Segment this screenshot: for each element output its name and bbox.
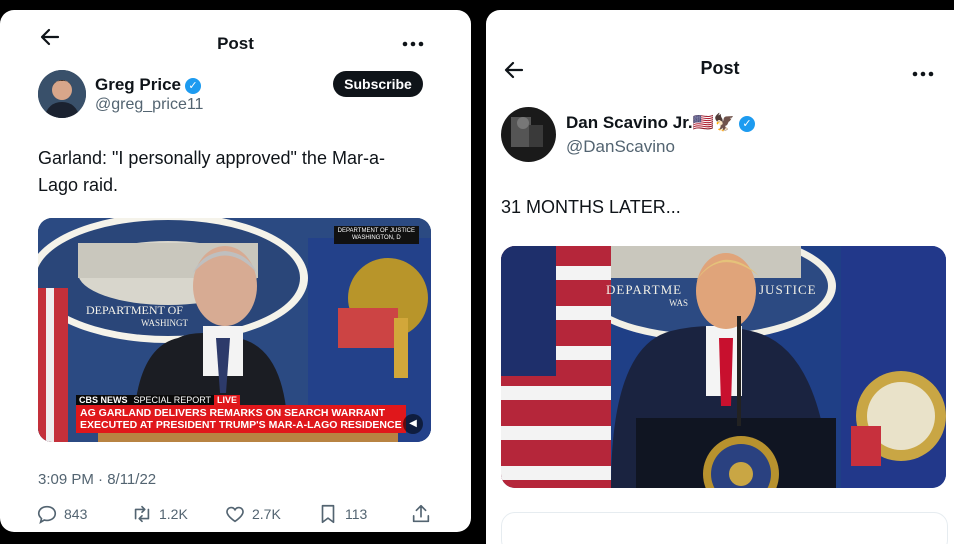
bookmark-count: 113 <box>345 506 368 522</box>
like-button[interactable]: 2.7K <box>224 503 281 525</box>
post-text: 31 MONTHS LATER... <box>501 197 681 217</box>
post-media-image[interactable]: DEPARTME JUSTICE WAS <box>501 246 946 488</box>
photo-image <box>501 246 946 488</box>
right-post-panel: Post Dan Scavino Jr.🇺🇸🦅 ✓ @DanScavino 31 … <box>486 10 954 544</box>
seal-subtext: WAS <box>669 298 689 308</box>
more-options-icon[interactable] <box>912 66 934 78</box>
post-actions-bar: 843 1.2K 2.7K 113 <box>36 503 436 525</box>
author-name-text[interactable]: Dan Scavino Jr.🇺🇸🦅 <box>566 113 735 132</box>
more-options-icon[interactable] <box>402 36 424 48</box>
network-label: CBS NEWS <box>76 394 131 405</box>
bookmark-button[interactable]: 113 <box>317 503 367 525</box>
next-card-edge <box>501 512 948 544</box>
repost-button[interactable]: 1.2K <box>131 503 188 525</box>
headline-line2: EXECUTED AT PRESIDENT TRUMP'S MAR-A-LAGO… <box>80 419 402 431</box>
right-post-header: Post <box>486 52 954 92</box>
reply-icon <box>37 505 57 524</box>
author-name[interactable]: Dan Scavino Jr.🇺🇸🦅 ✓ <box>566 113 755 133</box>
live-badge: LIVE <box>214 394 241 405</box>
post-media-video[interactable]: DEPARTMENT OF JUSTICE WASHINGTON, D DEPA… <box>38 218 431 442</box>
headline-line1: AG GARLAND DELIVERS REMARKS ON SEARCH WA… <box>80 407 386 419</box>
avatar[interactable] <box>38 70 86 118</box>
verified-badge-icon: ✓ <box>738 115 755 132</box>
heart-icon <box>226 506 244 523</box>
author-handle[interactable]: @DanScavino <box>566 137 675 157</box>
special-report-label: SPECIAL REPORT <box>130 394 215 405</box>
avatar[interactable] <box>501 107 556 162</box>
seal-subtext: WASHINGT <box>141 318 188 328</box>
seal-text-left: DEPARTME <box>606 282 683 297</box>
corner-tag: DEPARTMENT OF JUSTICE WASHINGTON, D <box>333 226 419 244</box>
author-handle[interactable]: @greg_price11 <box>95 96 203 114</box>
left-post-header: Post <box>0 18 471 58</box>
reply-count: 843 <box>64 506 88 522</box>
post-timestamp[interactable]: 3:09 PM · 8/11/22 <box>38 471 156 488</box>
repost-count: 1.2K <box>159 506 188 522</box>
author-name-text[interactable]: Greg Price <box>95 75 181 94</box>
news-lower-third: CBS NEWS SPECIAL REPORT LIVE AG GARLAND … <box>76 394 406 433</box>
bookmark-icon <box>321 504 335 524</box>
repost-icon <box>134 505 150 523</box>
page-title: Post <box>700 58 740 78</box>
author-name[interactable]: Greg Price ✓ <box>95 75 201 95</box>
page-title: Post <box>217 34 254 53</box>
like-count: 2.7K <box>252 506 281 522</box>
share-button[interactable] <box>410 503 432 525</box>
corner-tag-line2: WASHINGTON, D <box>351 235 401 241</box>
left-post-panel: Post Greg Price ✓ @greg_price11 Subscribe… <box>0 10 471 532</box>
corner-tag-line1: DEPARTMENT OF JUSTICE <box>337 228 415 234</box>
verified-badge-icon: ✓ <box>185 77 201 94</box>
seal-text: DEPARTME <box>606 282 682 298</box>
post-text: Garland: "I personally approved" the Mar… <box>38 148 385 195</box>
mute-icon[interactable]: ◀ <box>403 414 423 434</box>
seal-text-right: JUSTICE <box>759 282 817 297</box>
reply-button[interactable]: 843 <box>36 503 87 525</box>
share-icon <box>412 504 430 523</box>
subscribe-button[interactable]: Subscribe <box>333 71 423 97</box>
seal-text: DEPARTMENT OF <box>86 303 183 317</box>
